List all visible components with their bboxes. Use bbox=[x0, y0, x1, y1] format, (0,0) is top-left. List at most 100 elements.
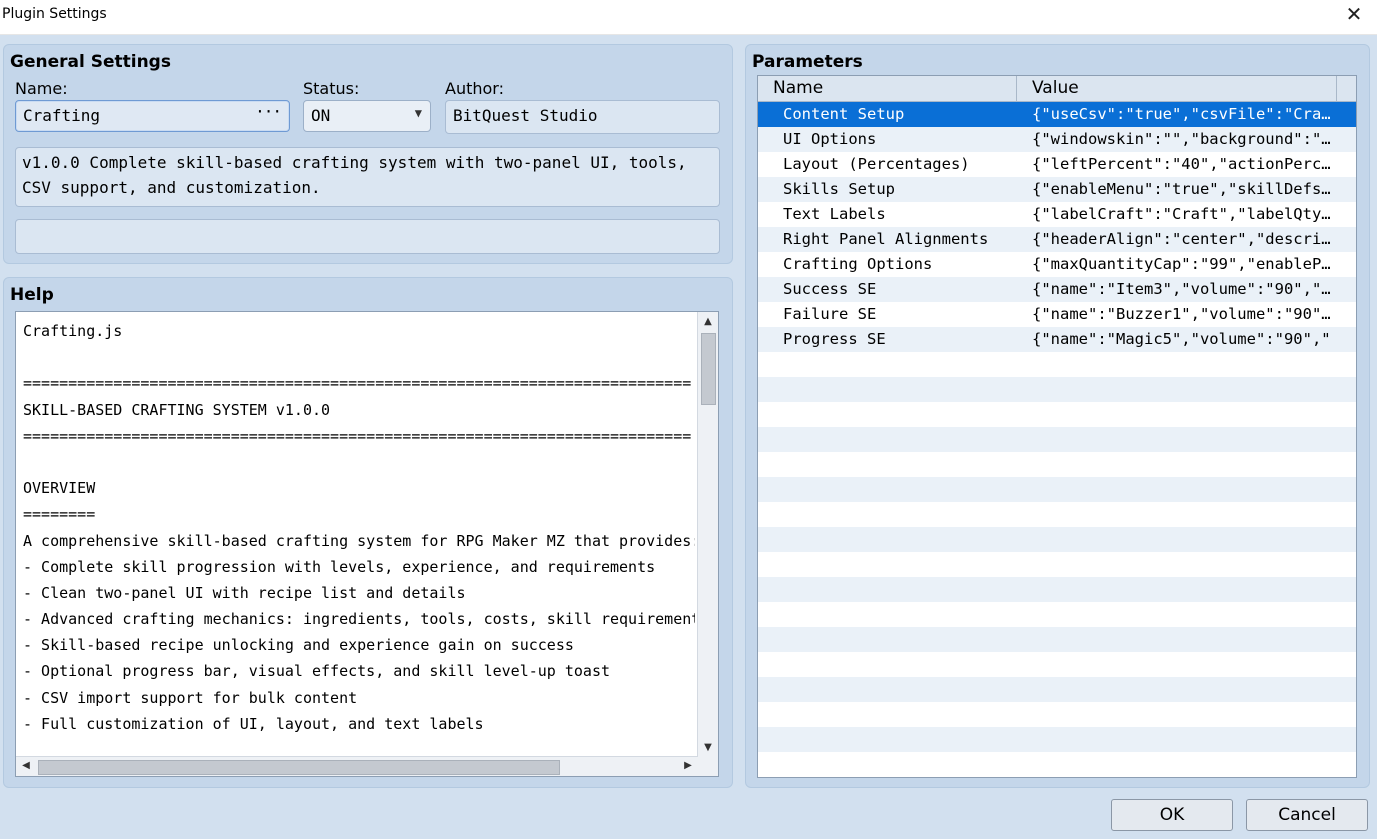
parameter-value: {"name":"Item3","volume":"90","pitch" bbox=[1032, 280, 1332, 298]
parameter-name: Layout (Percentages) bbox=[783, 155, 970, 173]
parameter-name: Skills Setup bbox=[783, 180, 895, 198]
cancel-button[interactable]: Cancel bbox=[1246, 799, 1368, 831]
help-line: ======== bbox=[23, 505, 96, 524]
parameters-title: Parameters bbox=[752, 52, 863, 72]
parameter-row[interactable]: Crafting Options {"maxQuantityCap":"99","… bbox=[758, 252, 1356, 277]
empty-row[interactable] bbox=[758, 452, 1356, 477]
parameter-row[interactable]: Progress SE {"name":"Magic5","volume":"90… bbox=[758, 327, 1356, 352]
extra-field[interactable] bbox=[15, 219, 720, 254]
empty-row[interactable] bbox=[758, 752, 1356, 777]
column-divider[interactable] bbox=[1016, 76, 1017, 101]
empty-row[interactable] bbox=[758, 552, 1356, 577]
empty-row[interactable] bbox=[758, 702, 1356, 727]
column-header-name[interactable]: Name bbox=[773, 78, 823, 98]
help-line: - Optional progress bar, visual effects,… bbox=[23, 662, 610, 681]
name-value: Crafting bbox=[23, 106, 101, 125]
empty-row[interactable] bbox=[758, 677, 1356, 702]
horizontal-scrollbar[interactable]: ◀ ▶ bbox=[16, 756, 698, 776]
scroll-down-icon[interactable]: ▼ bbox=[699, 739, 717, 757]
parameter-value: {"windowskin":"","background":""," bbox=[1032, 130, 1332, 148]
title-bar: Plugin Settings ✕ bbox=[0, 0, 1377, 35]
help-line bbox=[23, 344, 695, 370]
status-select[interactable]: ON ▼ bbox=[303, 100, 431, 132]
scroll-up-icon[interactable]: ▲ bbox=[699, 313, 717, 331]
empty-row[interactable] bbox=[758, 627, 1356, 652]
parameter-value: {"name":"Buzzer1","volume":"90"," bbox=[1032, 305, 1332, 323]
vertical-scroll-thumb[interactable] bbox=[701, 333, 716, 405]
empty-row[interactable] bbox=[758, 602, 1356, 627]
parameter-row[interactable]: Success SE {"name":"Item3","volume":"90",… bbox=[758, 277, 1356, 302]
parameter-name: Success SE bbox=[783, 280, 877, 298]
help-line bbox=[23, 449, 695, 475]
parameter-value: {"labelCraft":"Craft","labelQty":" bbox=[1032, 205, 1332, 223]
parameter-value: {"enableMenu":"true","skillDefs":" bbox=[1032, 180, 1332, 198]
browse-button[interactable]: ··· bbox=[255, 102, 282, 121]
chevron-down-icon: ▼ bbox=[414, 106, 422, 120]
help-line: - Advanced crafting mechanics: ingredien… bbox=[23, 610, 695, 629]
help-line: - Clean two-panel UI with recipe list an… bbox=[23, 583, 466, 602]
ok-button[interactable]: OK bbox=[1111, 799, 1233, 831]
author-field[interactable]: BitQuest Studio bbox=[445, 100, 720, 134]
help-line: - Full customization of UI, layout, and … bbox=[23, 714, 484, 733]
help-title: Help bbox=[10, 285, 54, 305]
parameter-value: {"maxQuantityCap":"99","enableProgress" bbox=[1032, 255, 1332, 273]
general-settings-title: General Settings bbox=[10, 52, 171, 72]
parameter-name: Progress SE bbox=[783, 330, 886, 348]
status-label: Status: bbox=[303, 79, 360, 98]
help-line: A comprehensive skill-based crafting sys… bbox=[23, 531, 695, 550]
empty-row[interactable] bbox=[758, 502, 1356, 527]
help-line: - Complete skill progression with levels… bbox=[23, 557, 656, 576]
help-line: Crafting.js bbox=[23, 322, 123, 340]
window-title: Plugin Settings bbox=[2, 6, 107, 22]
parameter-row[interactable]: Right Panel Alignments {"headerAlign":"ce… bbox=[758, 227, 1356, 252]
empty-row[interactable] bbox=[758, 727, 1356, 752]
scroll-left-icon[interactable]: ◀ bbox=[17, 757, 35, 775]
help-line: - CSV import support for bulk content bbox=[23, 688, 358, 707]
empty-row[interactable] bbox=[758, 477, 1356, 502]
parameters-table-header: Name Value bbox=[758, 76, 1356, 102]
empty-row[interactable] bbox=[758, 352, 1356, 377]
parameter-row[interactable]: Content Setup {"useCsv":"true","csvFile":… bbox=[758, 102, 1356, 127]
parameter-name: Content Setup bbox=[783, 105, 905, 123]
status-value: ON bbox=[311, 106, 331, 125]
empty-row[interactable] bbox=[758, 652, 1356, 677]
scroll-corner bbox=[698, 757, 718, 776]
parameter-value: {"headerAlign":"center","description" bbox=[1032, 230, 1332, 248]
parameter-name: Failure SE bbox=[783, 305, 877, 323]
parameters-rows: Content Setup {"useCsv":"true","csvFile":… bbox=[758, 102, 1356, 777]
parameters-table[interactable]: Name Value Content Setup {"useCsv":"true"… bbox=[757, 75, 1357, 778]
parameter-row[interactable]: Layout (Percentages) {"leftPercent":"40",… bbox=[758, 152, 1356, 177]
horizontal-scroll-thumb[interactable] bbox=[38, 760, 560, 775]
parameter-row[interactable]: Text Labels {"labelCraft":"Craft","labelQ… bbox=[758, 202, 1356, 227]
vertical-scrollbar[interactable]: ▲ ▼ bbox=[697, 312, 718, 758]
help-line: ========================================… bbox=[23, 426, 692, 445]
empty-row[interactable] bbox=[758, 402, 1356, 427]
help-line: - Skill-based recipe unlocking and exper… bbox=[23, 636, 574, 655]
empty-row[interactable] bbox=[758, 527, 1356, 552]
column-divider[interactable] bbox=[1336, 76, 1337, 101]
help-text-area[interactable]: Crafting.js =============================… bbox=[15, 311, 719, 777]
parameter-value: {"leftPercent":"40","actionPercent" bbox=[1032, 155, 1332, 173]
empty-row[interactable] bbox=[758, 577, 1356, 602]
parameter-row[interactable]: UI Options {"windowskin":"","background":… bbox=[758, 127, 1356, 152]
parameter-name: UI Options bbox=[783, 130, 877, 148]
parameter-row[interactable]: Skills Setup {"enableMenu":"true","skillD… bbox=[758, 177, 1356, 202]
parameter-value: {"name":"Magic5","volume":"90"," bbox=[1032, 330, 1331, 348]
scroll-right-icon[interactable]: ▶ bbox=[679, 757, 697, 775]
column-header-value[interactable]: Value bbox=[1032, 78, 1079, 98]
help-line: ========================================… bbox=[23, 374, 692, 393]
general-settings-panel: General Settings Name: Status: Author: C… bbox=[3, 44, 733, 264]
close-icon[interactable]: ✕ bbox=[1339, 0, 1369, 30]
description-text: v1.0.0 Complete skill-based crafting sys… bbox=[22, 153, 687, 197]
help-line: OVERVIEW bbox=[23, 479, 96, 498]
help-line: SKILL-BASED CRAFTING SYSTEM v1.0.0 bbox=[23, 400, 331, 419]
author-value: BitQuest Studio bbox=[453, 106, 598, 125]
name-label: Name: bbox=[15, 79, 68, 98]
empty-row[interactable] bbox=[758, 377, 1356, 402]
empty-row[interactable] bbox=[758, 427, 1356, 452]
parameter-value: {"useCsv":"true","csvFile":"Crafting.csv… bbox=[1032, 105, 1332, 123]
description-field[interactable]: v1.0.0 Complete skill-based crafting sys… bbox=[15, 147, 720, 207]
parameter-row[interactable]: Failure SE {"name":"Buzzer1","volume":"90… bbox=[758, 302, 1356, 327]
parameter-name: Right Panel Alignments bbox=[783, 230, 989, 248]
name-field[interactable]: Crafting ··· bbox=[15, 100, 290, 132]
